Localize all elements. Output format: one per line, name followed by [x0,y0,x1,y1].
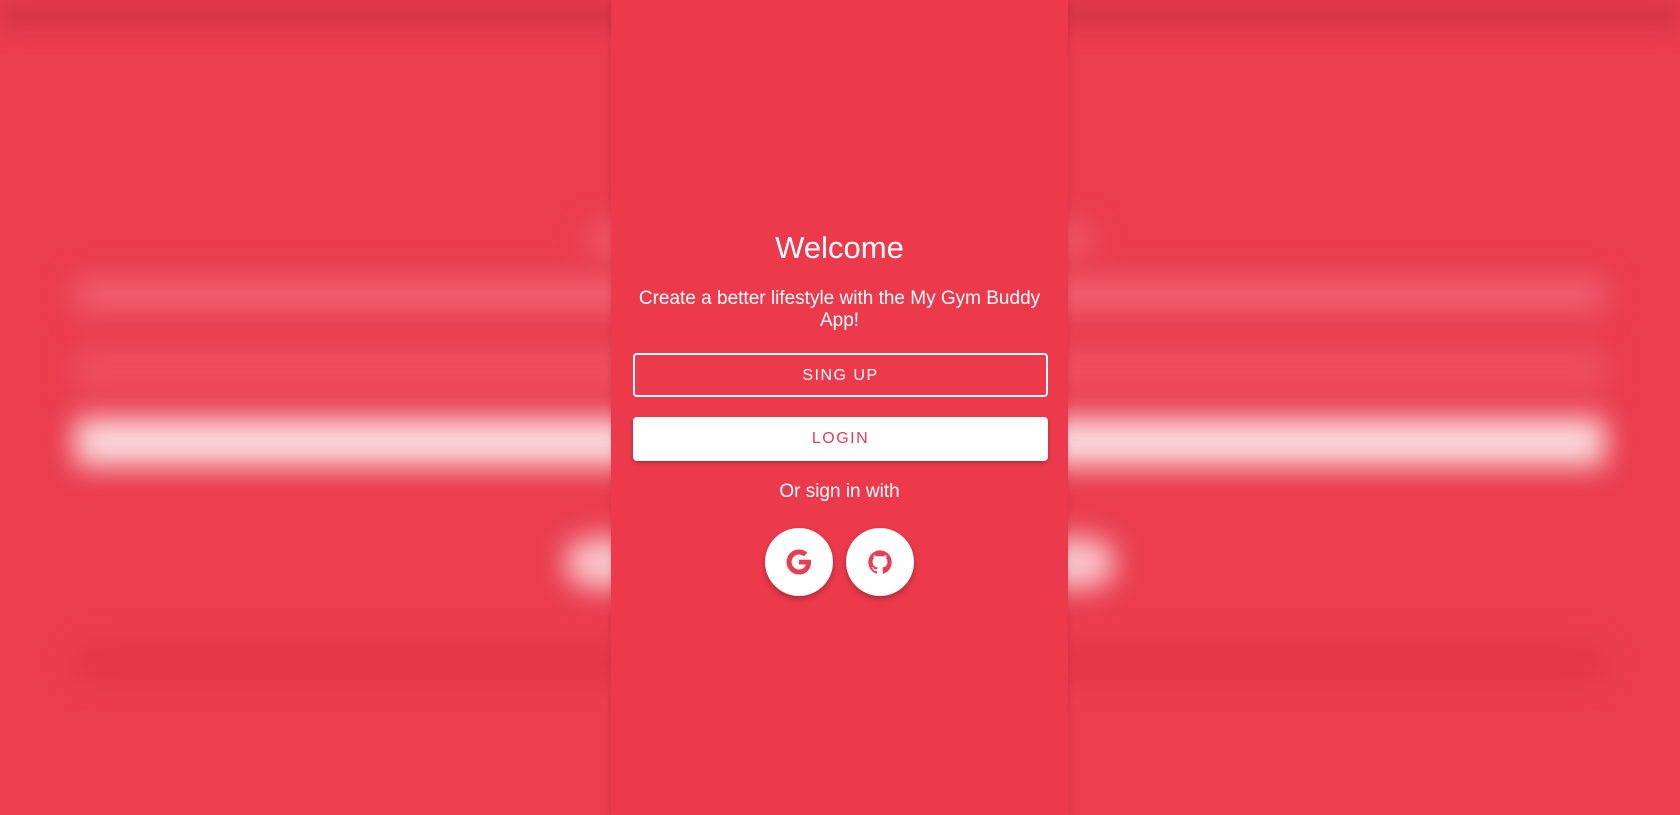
google-signin-button[interactable] [765,528,833,596]
social-signin-prompt: Or sign in with [779,481,900,502]
github-signin-button[interactable] [846,528,914,596]
login-button[interactable]: LOGIN [633,417,1048,461]
welcome-panel: Welcome Create a better lifestyle with t… [611,0,1068,815]
google-icon [786,549,811,575]
welcome-title: Welcome [775,230,904,265]
welcome-tagline: Create a better lifestyle with the My Gy… [638,288,1041,331]
signup-button[interactable]: SING UP [633,353,1048,397]
github-icon [868,550,892,574]
